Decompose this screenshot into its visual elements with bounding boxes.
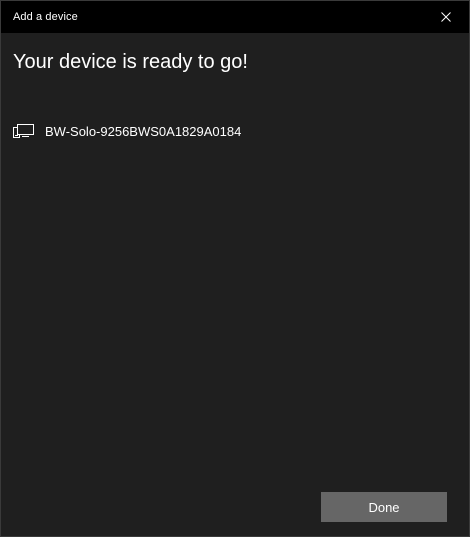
page-title: Your device is ready to go! (13, 51, 248, 73)
add-device-dialog: Add a device Your device is ready to go!… (0, 0, 470, 537)
window-title: Add a device (13, 11, 78, 23)
device-icon (13, 123, 35, 139)
device-list-item: BW-Solo-9256BWS0A1829A0184 (13, 121, 241, 141)
device-name: BW-Solo-9256BWS0A1829A0184 (45, 123, 242, 139)
close-icon (441, 12, 451, 22)
title-bar: Add a device (1, 1, 469, 33)
close-button[interactable] (423, 1, 469, 33)
done-button[interactable]: Done (321, 492, 447, 522)
